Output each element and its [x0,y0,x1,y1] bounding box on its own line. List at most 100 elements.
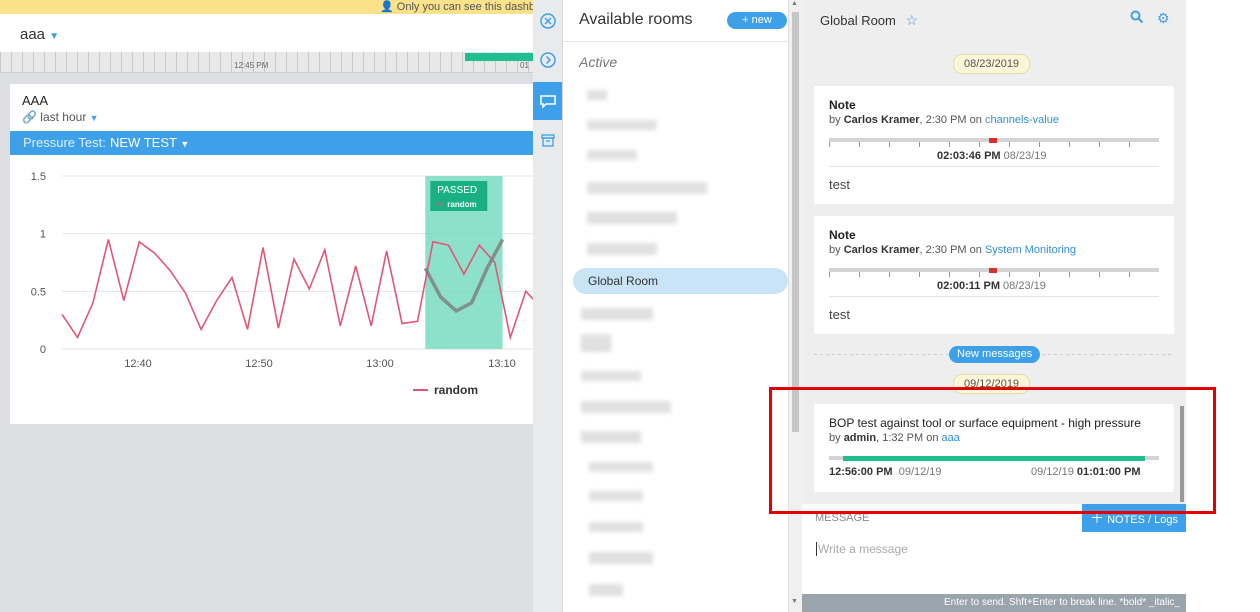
archive-icon[interactable] [533,121,562,159]
caret-down-icon: ▼ [89,113,99,123]
time-range-fill [843,456,1145,461]
widget-title: AAA [22,93,49,108]
link-icon: 🔗 [22,110,37,124]
room-label: Global Room [588,274,659,288]
date-separator: 09/12/2019 [953,374,1031,394]
timeline-label: 01 [520,61,529,70]
y-tick-label: 1.5 [31,171,46,183]
filter-selector[interactable]: NEW TEST ▼ [110,131,189,156]
message-label: MESSAGE [815,512,870,524]
hint-text: Enter to send. Shft+Enter to break line.… [944,597,1180,608]
chat-title-wrap: Global Room ☆ [820,12,918,29]
room-item-redacted[interactable] [587,243,657,255]
divider [563,41,788,42]
room-item-redacted[interactable] [589,491,643,501]
star-icon[interactable]: ☆ [906,12,919,28]
y-tick-label: 0 [40,344,46,356]
x-tick-label: 13:00 [366,358,394,370]
close-icon[interactable] [533,2,562,40]
room-item-redacted[interactable] [589,462,653,472]
note-author: Carlos Kramer [843,114,920,126]
new-room-button[interactable]: + new [727,12,787,29]
channel-link[interactable]: aaa [942,432,960,444]
timeline-label: 12:45 PM [234,61,269,70]
timeline-scrubber[interactable]: 12:45 PM 01 [0,52,533,73]
room-item-global-room[interactable]: Global Room [573,268,788,294]
room-item-redacted[interactable] [587,212,677,224]
marker-time: 02:03:46 PM [937,150,1001,162]
room-item-redacted[interactable] [581,308,653,320]
active-section-label: Active [579,54,618,70]
highlighted-note-card: BOP test against tool or surface equipme… [814,404,1174,492]
scroll-up-icon[interactable]: ▲ [791,0,798,7]
tooltip-legend-label: random [447,200,476,209]
channel-link[interactable]: System Monitoring [985,244,1076,256]
time-range-selector[interactable]: 🔗 last hour ▼ [22,110,99,124]
note-card: Note by Carlos Kramer, 2:30 PM on System… [814,216,1174,334]
chevron-right-icon[interactable] [533,41,562,79]
plus-icon: ＋ [1090,510,1104,526]
note-byline: by Carlos Kramer, 2:30 PM on System Moni… [829,244,1077,256]
room-item-redacted[interactable] [581,371,641,381]
x-tick-label: 13:10 [488,358,516,370]
rooms-scrollbar[interactable]: ▲ ▼ [788,0,803,612]
channel-link[interactable]: channels-value [985,114,1059,126]
notes-button-label: NOTES / Logs [1107,514,1178,526]
gear-icon[interactable]: ⚙ [1157,10,1170,27]
dashboard-name: aaa [20,26,46,43]
note-title: Note [829,98,856,112]
caret-down-icon: ▼ [180,139,190,149]
search-icon[interactable] [1130,10,1144,27]
range-start-date: 09/12/19 [898,466,942,478]
note-timeline [829,456,1159,461]
message-input[interactable]: Write a message [816,542,908,556]
chat-icon[interactable] [533,82,562,120]
visibility-banner: 👤 Only you can see this dashboa [0,0,533,14]
note-title: Note [829,228,856,242]
room-item-redacted[interactable] [581,401,671,413]
dashboard-panel: 👤 Only you can see this dashboa aaa ▼ 12… [0,0,533,612]
room-item-redacted[interactable] [587,182,707,194]
user-icon: 👤 [380,1,394,13]
note-author: Carlos Kramer [843,244,920,256]
dashboard-selector[interactable]: aaa ▼ [20,26,59,43]
range-start-time: 12:56:00 PM [829,466,893,478]
scroll-down-icon[interactable]: ▼ [791,598,798,605]
x-tick-label: 12:50 [245,358,273,370]
note-author: admin [843,432,877,444]
x-tick-label: 12:40 [124,358,152,370]
note-card: Note by Carlos Kramer, 2:30 PM on channe… [814,86,1174,204]
note-title: BOP test against tool or surface equipme… [829,416,1141,430]
side-rail [533,0,563,612]
notes-logs-button[interactable]: ＋ NOTES / Logs [1082,504,1186,532]
room-item-redacted[interactable] [581,342,611,352]
note-byline: by admin, 1:32 PM on aaa [829,432,960,444]
range-end-date: 09/12/19 [1031,466,1074,478]
caret-down-icon: ▼ [49,31,60,42]
room-item-redacted[interactable] [589,522,643,532]
marker-date: 08/23/19 [1003,150,1047,162]
chat-panel: Global Room ☆ ⚙ 08/23/2019 Note by Carlo… [802,0,1186,612]
note-body: test [829,177,850,192]
new-messages-badge[interactable]: New messages [949,346,1041,363]
timeline-range[interactable] [465,53,533,61]
passed-label: PASSED [437,185,477,196]
banner-text: Only you can see this dashboa [396,1,533,13]
rooms-title: Available rooms [579,11,693,28]
time-range-label: last hour [40,110,87,124]
marker-time: 02:00:11 PM [937,280,1000,292]
filter-bar: Pressure Test: NEW TEST ▼ [10,131,533,155]
note-byline: by Carlos Kramer, 2:30 PM on channels-va… [829,114,1059,126]
filter-value: NEW TEST [110,135,177,150]
legend-label-random: random [434,383,478,397]
chat-scrollbar[interactable] [1180,406,1184,502]
rooms-panel: Available rooms + new Active Global Room [563,0,788,612]
chat-title: Global Room [820,13,896,28]
room-item-redacted[interactable] [587,120,657,130]
room-item-redacted[interactable] [587,90,607,100]
marker-date: 08/23/19 [1003,280,1046,292]
room-item-redacted[interactable] [581,431,641,443]
room-item-redacted[interactable] [589,552,653,564]
room-item-redacted[interactable] [587,150,637,160]
room-item-redacted[interactable] [589,584,623,596]
